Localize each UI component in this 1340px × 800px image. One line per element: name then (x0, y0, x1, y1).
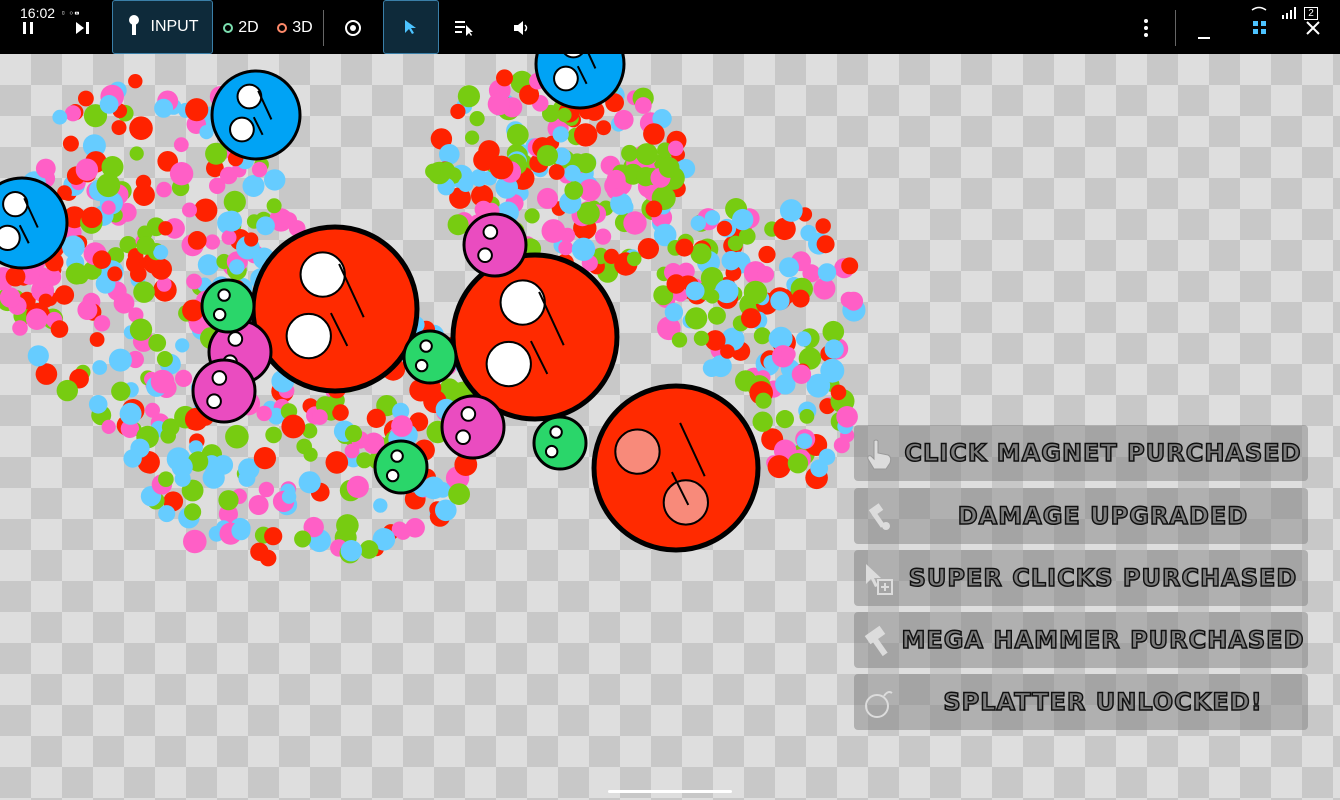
bomb-icon (862, 686, 896, 720)
radio-3d-icon (277, 23, 288, 33)
radio-2d-icon (223, 23, 234, 33)
more-icon[interactable] (1134, 16, 1158, 40)
hammer-icon (862, 624, 896, 658)
blue-ball[interactable] (210, 69, 302, 161)
notification-click-magnet: Click Magnet Purchased (854, 425, 1308, 481)
home-indicator (608, 790, 732, 793)
collapse-icon[interactable] (1246, 6, 1272, 46)
pause-icon[interactable] (16, 16, 40, 40)
notification-text: Super Clicks Purchased (908, 563, 1298, 593)
mode-3d-label: 3D (292, 19, 313, 36)
red-ball-damaged[interactable] (591, 383, 761, 553)
red-ball[interactable] (450, 252, 620, 422)
list-cursor-icon[interactable] (450, 16, 478, 40)
red-ball[interactable] (250, 224, 420, 394)
eye-icon[interactable] (340, 16, 366, 40)
green-ball[interactable] (373, 439, 429, 495)
mode-3d-toggle[interactable]: 3D (274, 16, 316, 40)
input-mode-button[interactable]: INPUT (112, 0, 213, 54)
notification-text: Mega Hammer Purchased (901, 625, 1305, 655)
notification-splatter-unlocked: Splatter Unlocked! (854, 674, 1308, 730)
notification-text: Damage Upgraded (957, 501, 1249, 531)
blue-ball[interactable] (0, 176, 69, 270)
pink-ball[interactable] (462, 212, 528, 278)
hammer-small-icon (862, 500, 896, 534)
input-mode-label: INPUT (150, 18, 199, 35)
cursor-plus-icon (862, 562, 896, 596)
cursor-icon[interactable] (383, 0, 439, 54)
green-ball[interactable] (402, 329, 458, 385)
pink-ball[interactable] (191, 358, 257, 424)
volume-icon[interactable] (508, 16, 536, 40)
minimize-icon[interactable] (1192, 20, 1216, 44)
notification-super-clicks: Super Clicks Purchased (854, 550, 1308, 606)
close-icon[interactable] (1300, 16, 1326, 40)
notification-mega-hammer: Mega Hammer Purchased (854, 612, 1308, 668)
pink-ball[interactable] (440, 394, 506, 460)
emulator-toolbar: 16:02 INPUT 2D 3D 2 (0, 0, 1340, 54)
notification-damage-upgraded: Damage Upgraded (854, 488, 1308, 544)
green-ball[interactable] (200, 278, 256, 334)
step-forward-icon[interactable] (70, 16, 94, 40)
notification-text: Click Magnet Purchased (904, 438, 1302, 468)
green-ball[interactable] (532, 415, 588, 471)
notification-text: Splatter Unlocked! (943, 687, 1263, 717)
blue-ball[interactable] (534, 54, 626, 110)
mode-2d-label: 2D (238, 19, 259, 36)
touch-icon (127, 14, 141, 40)
toolbar-divider-right (1175, 10, 1176, 46)
toolbar-divider (323, 10, 324, 46)
mode-2d-toggle[interactable]: 2D (220, 16, 262, 40)
hand-pointer-icon (862, 437, 896, 471)
